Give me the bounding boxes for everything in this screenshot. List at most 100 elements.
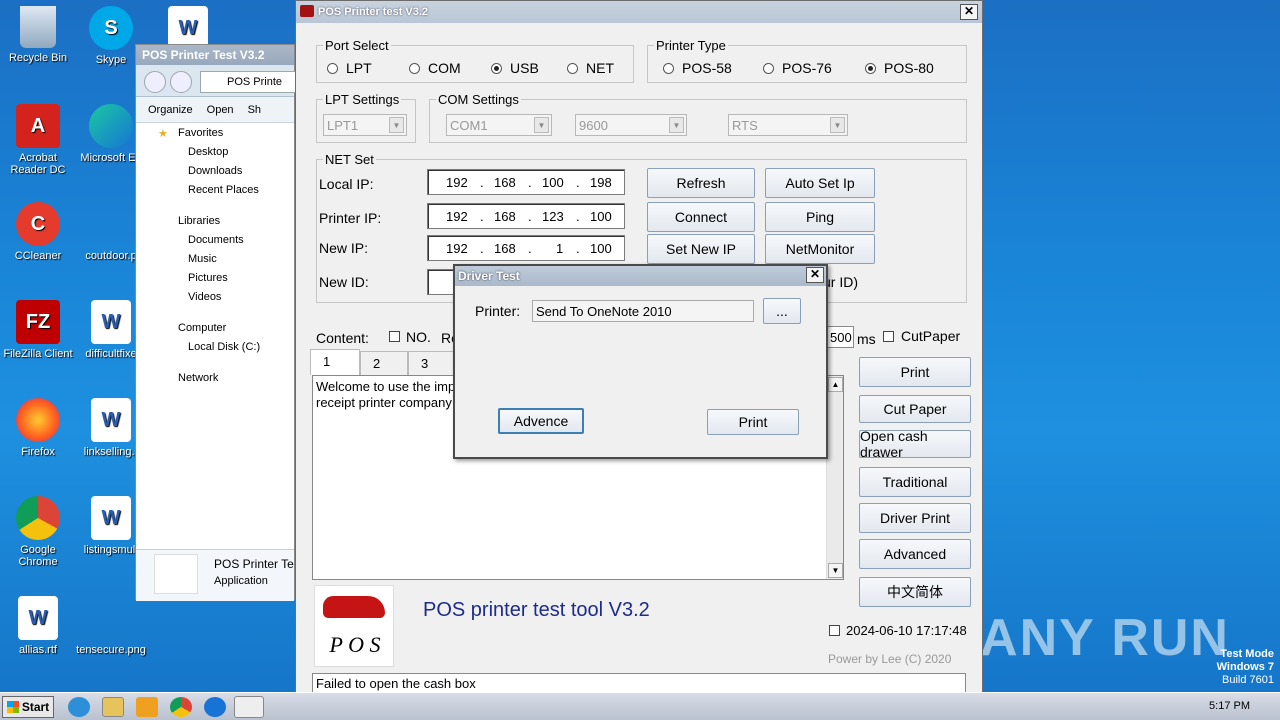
ie-icon[interactable]	[68, 697, 90, 717]
nav-videos[interactable]: Videos	[136, 291, 294, 310]
new-id-label: New ID:	[319, 274, 369, 290]
refresh-button[interactable]: Refresh	[647, 168, 755, 198]
port-radio-com[interactable]: COM	[409, 60, 461, 76]
close-icon[interactable]: ✕	[806, 267, 824, 283]
cut-paper-button[interactable]: Cut Paper	[859, 395, 971, 423]
nav-recent-places[interactable]: Recent Places	[136, 184, 294, 203]
tab-3[interactable]: 3	[408, 351, 456, 375]
nav-documents[interactable]: Documents	[136, 234, 294, 253]
printer-radio-pos76[interactable]: POS-76	[763, 60, 832, 76]
radio-dot	[327, 62, 338, 74]
printer-radio-pos80[interactable]: POS-80	[865, 60, 934, 76]
port-radio-usb[interactable]: USB	[491, 60, 539, 76]
traditional-button[interactable]: Traditional	[859, 467, 971, 497]
ccleaner-icon: C	[16, 202, 60, 246]
desktop-icon-ccleaner[interactable]: C CCleaner	[0, 202, 76, 262]
cut-paper-checkbox[interactable]	[883, 331, 894, 342]
auto-set-ip-button[interactable]: Auto Set Ip	[765, 168, 875, 198]
pos-logo: P O S	[314, 585, 394, 667]
radio-dot	[663, 62, 674, 74]
word-doc-icon: W	[91, 300, 131, 344]
no-label: NO.	[406, 329, 431, 345]
desktop-icon-recycle-bin[interactable]: Recycle Bin	[0, 6, 76, 64]
open-cash-drawer-button[interactable]: Open cash drawer	[859, 428, 971, 460]
datetime-checkbox[interactable]	[829, 625, 840, 636]
back-button[interactable]	[144, 71, 166, 93]
organize-menu[interactable]: Organize	[148, 104, 193, 116]
nav-libraries[interactable]: Libraries	[136, 215, 294, 234]
explorer-details-pane: POS Printer Te Application	[136, 549, 294, 601]
port-radio-net[interactable]: NET	[567, 60, 614, 76]
interval-input[interactable]: 500	[826, 326, 854, 348]
new-ip-field[interactable]: 192. 168. 1. 100	[427, 235, 625, 261]
app-thumbnail-icon	[154, 554, 198, 594]
set-new-ip-button[interactable]: Set New IP	[647, 234, 755, 264]
desktop-icon-tensecure[interactable]: tensecure.png	[73, 596, 149, 656]
taskbar: Start 5:17 PM	[0, 692, 1280, 720]
no-checkbox[interactable]	[389, 331, 400, 342]
printer-name-field[interactable]: Send To OneNote 2010	[532, 300, 754, 322]
radio-dot-selected	[865, 62, 876, 74]
scroll-down-icon[interactable]: ▼	[828, 563, 843, 578]
com-port-select[interactable]: COM1 ▼	[446, 114, 552, 136]
lpt-port-select[interactable]: LPT1 ▼	[323, 114, 407, 136]
desktop-icon-allias[interactable]: W allias.rtf	[0, 596, 76, 656]
desktop-icon-firefox[interactable]: Firefox	[0, 398, 76, 458]
ping-button[interactable]: Ping	[765, 202, 875, 232]
print-button[interactable]: Print	[859, 357, 971, 387]
dialog-print-button[interactable]: Print	[707, 409, 799, 435]
connect-button[interactable]: Connect	[647, 202, 755, 232]
media-player-icon[interactable]	[136, 697, 158, 717]
nav-desktop[interactable]: Desktop	[136, 146, 294, 165]
desktop-icon-filezilla[interactable]: FZ FileZilla Client	[0, 300, 76, 360]
advanced-button[interactable]: Advanced	[859, 539, 971, 569]
nav-favorites[interactable]: ★ Favorites	[136, 127, 294, 146]
file-type: Application	[214, 575, 268, 587]
net-set-legend: NET Set	[323, 152, 376, 167]
tab-1[interactable]: 1	[310, 349, 360, 375]
driver-print-button[interactable]: Driver Print	[859, 503, 971, 533]
anyrun-watermark: ANY RUN	[980, 609, 1230, 667]
tab-2[interactable]: 2	[360, 351, 408, 375]
nav-computer[interactable]: Computer	[136, 322, 294, 341]
chinese-language-button[interactable]: 中文简体	[859, 577, 971, 607]
desktop-icon-chrome[interactable]: Google Chrome	[0, 496, 76, 568]
nav-downloads[interactable]: Downloads	[136, 165, 294, 184]
explorer-nav-pane: ★ Favorites Desktop Downloads Recent Plac…	[136, 123, 294, 391]
desktop-icon-acrobat[interactable]: A Acrobat Reader DC	[0, 104, 76, 176]
flow-control-select[interactable]: RTS ▼	[728, 114, 848, 136]
advence-button[interactable]: Advence	[498, 408, 584, 434]
edge-taskbar-icon[interactable]	[204, 697, 226, 717]
desktop-icon-label: listingsmult	[83, 544, 139, 556]
close-icon[interactable]: ✕	[960, 4, 978, 20]
local-ip-field[interactable]: 192. 168. 100. 198	[427, 169, 625, 195]
address-field[interactable]: POS Printe	[200, 71, 300, 93]
new-ip-label: New IP:	[319, 240, 369, 256]
share-button[interactable]: Sh	[248, 104, 261, 116]
pos-app-taskbar-icon[interactable]	[234, 696, 264, 718]
nav-network[interactable]: Network	[136, 372, 294, 391]
start-button[interactable]: Start	[2, 696, 54, 718]
nav-music[interactable]: Music	[136, 253, 294, 272]
printer-radio-pos58[interactable]: POS-58	[663, 60, 732, 76]
content-scrollbar[interactable]: ▲ ▼	[826, 376, 843, 579]
nav-local-disk[interactable]: Local Disk (C:)	[136, 341, 294, 360]
test-mode-banner: Test Mode Windows 7 Build 7601	[1217, 648, 1274, 687]
star-icon: ★	[158, 128, 168, 140]
forward-button[interactable]	[170, 71, 192, 93]
radio-dot-selected	[491, 62, 502, 74]
desktop-icon-label: difficultfixe	[85, 348, 137, 360]
printer-ip-field[interactable]: 192. 168. 123. 100	[427, 203, 625, 229]
scroll-up-icon[interactable]: ▲	[828, 377, 843, 392]
firefox-icon	[16, 398, 60, 442]
chrome-taskbar-icon[interactable]	[170, 697, 192, 717]
baud-rate-select[interactable]: 9600 ▼	[575, 114, 687, 136]
port-radio-lpt[interactable]: LPT	[327, 60, 372, 76]
content-label: Content:	[316, 330, 369, 346]
net-monitor-button[interactable]: NetMonitor	[765, 234, 875, 264]
browse-printer-button[interactable]: ...	[763, 298, 801, 324]
clock[interactable]: 5:17 PM	[1209, 700, 1250, 712]
open-button[interactable]: Open	[207, 104, 234, 116]
explorer-taskbar-icon[interactable]	[102, 697, 124, 717]
nav-pictures[interactable]: Pictures	[136, 272, 294, 291]
